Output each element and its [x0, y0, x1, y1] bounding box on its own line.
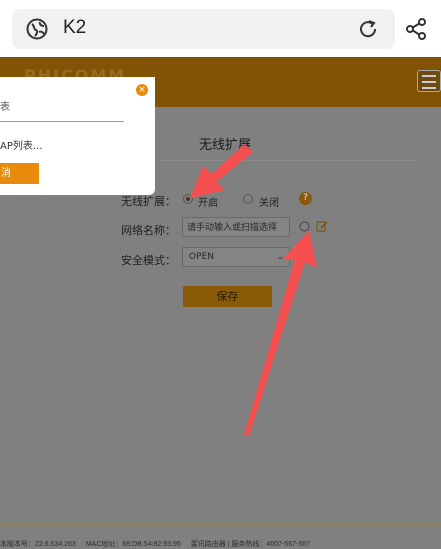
annotation-arrow-bottom	[244, 230, 317, 436]
annotation-arrow-top	[190, 144, 253, 198]
annotation-arrows	[190, 144, 317, 436]
